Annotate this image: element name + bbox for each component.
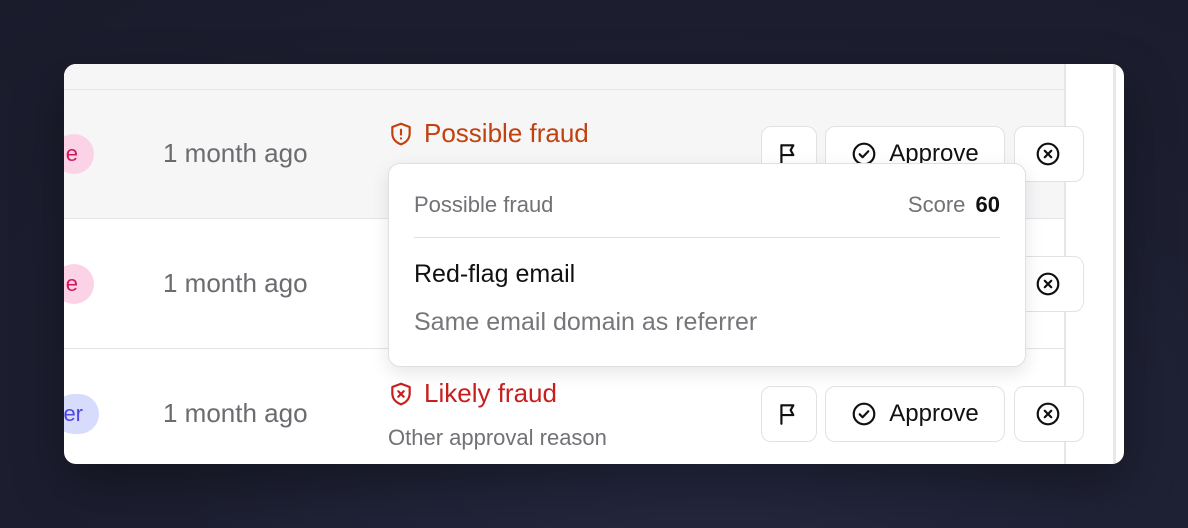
- shield-exclamation-icon: [391, 122, 411, 145]
- tooltip-rule-description: Same email domain as referrer: [414, 308, 758, 336]
- approve-button[interactable]: Approve: [825, 386, 1005, 442]
- tooltip-divider: [414, 237, 1000, 238]
- status-badge: er: [64, 394, 99, 434]
- table-header-bar: [64, 64, 1064, 90]
- tooltip-heading: Possible fraud: [414, 192, 554, 217]
- fraud-tooltip: Possible fraud Score 60 Red-flag email S…: [388, 163, 1026, 367]
- flag-icon: [780, 404, 795, 425]
- fraud-status-label: Possible fraud: [424, 118, 589, 148]
- reject-button[interactable]: [1014, 386, 1084, 442]
- approval-reason: Other approval reason: [388, 425, 607, 450]
- fraud-score: Score 60: [908, 192, 1000, 218]
- scrollbar[interactable]: [1113, 64, 1116, 464]
- row-timestamp: 1 month ago: [163, 268, 308, 298]
- check-circle-icon: [852, 402, 876, 426]
- flag-button[interactable]: [761, 386, 817, 442]
- status-badge: e: [64, 264, 94, 304]
- fraud-status[interactable]: Possible fraud: [388, 118, 589, 149]
- tooltip-rule-title: Red-flag email: [414, 260, 576, 288]
- fraud-status[interactable]: Likely fraud: [388, 378, 557, 409]
- row-timestamp: 1 month ago: [163, 398, 308, 428]
- x-circle-icon: [1036, 272, 1060, 296]
- x-circle-icon: [1036, 402, 1060, 426]
- row-timestamp: 1 month ago: [163, 138, 308, 168]
- fraud-status-label: Likely fraud: [424, 378, 557, 408]
- score-label: Score: [907, 192, 966, 217]
- shield-x-icon: [391, 382, 411, 405]
- x-circle-icon: [1036, 142, 1060, 166]
- approve-button-label: Approve: [889, 400, 979, 427]
- score-value: 60: [975, 192, 1000, 217]
